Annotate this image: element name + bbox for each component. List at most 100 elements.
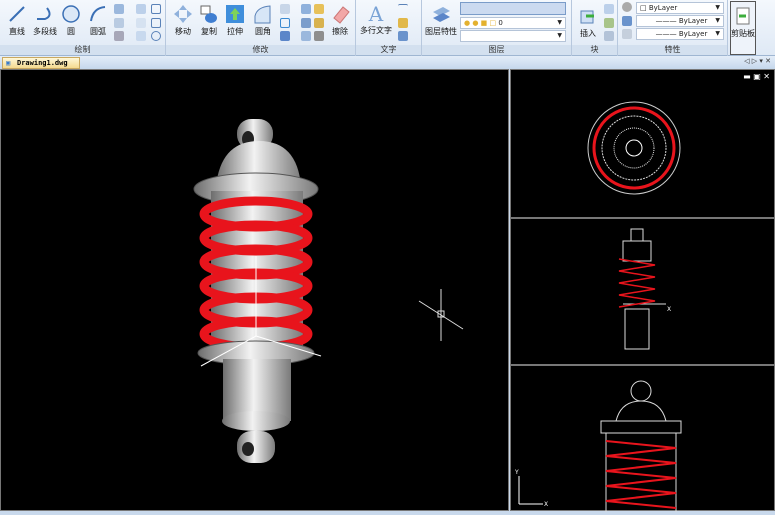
region-icon[interactable]: [151, 18, 161, 28]
bulb-icon: ● ● ■ □: [464, 19, 497, 27]
linetype-icon[interactable]: [622, 29, 632, 39]
layers-icon: [433, 7, 450, 22]
front-view-drawing: X: [618, 228, 671, 350]
polyline-icon: [37, 7, 51, 20]
polyline-button[interactable]: 多段线: [32, 4, 58, 37]
insert-block-icon: [580, 10, 594, 24]
panel-title-modify: 修改: [166, 45, 355, 55]
arc-button[interactable]: 圆弧: [86, 4, 110, 37]
drawing-file-icon: ▣: [6, 59, 11, 67]
layer-properties-button[interactable]: 图层特性: [424, 4, 458, 37]
panel-block: 插入 块: [572, 0, 618, 56]
panel-title-layers: 图层: [422, 45, 571, 55]
panel-title-block: 块: [572, 45, 617, 55]
text-a-icon: A: [368, 2, 384, 26]
insert-label: 插入: [580, 29, 596, 38]
chevron-down-icon: ▼: [715, 17, 720, 24]
panel-title-text: 文字: [356, 45, 421, 55]
viewport-main[interactable]: [0, 69, 509, 511]
panel-title-properties: 特性: [618, 45, 727, 55]
array-icon[interactable]: [280, 31, 290, 41]
axis-x-label: X: [544, 501, 548, 508]
attribute-icon[interactable]: [604, 31, 614, 41]
polygon-icon[interactable]: [136, 18, 146, 28]
stretch-button[interactable]: 拉伸: [222, 4, 248, 37]
axis-y-label: Y: [514, 469, 519, 476]
circle-button[interactable]: 圆: [60, 4, 82, 37]
circle-label: 圆: [67, 27, 75, 36]
axis-x-label: X: [667, 306, 671, 313]
ribbon: 直线 多段线 圆 圆弧 绘制 移动 复制 拉伸 圆角 擦除 修改 A 多行文字 文…: [0, 0, 775, 56]
fillet-icon: [254, 5, 271, 24]
hatch-icon[interactable]: [114, 31, 124, 41]
insert-button[interactable]: 插入: [575, 6, 601, 39]
chevron-down-icon: ▼: [715, 30, 720, 37]
leader-icon[interactable]: [398, 18, 408, 28]
color-dropdown[interactable]: □ ByLayer ▼: [636, 2, 724, 14]
panel-layers: 图层特性 ● ● ■ □ 0 ▼ ▼ 图层: [422, 0, 572, 56]
erase-label: 擦除: [332, 27, 348, 36]
break-icon[interactable]: [314, 31, 324, 41]
move-icon: [174, 5, 192, 23]
join-icon[interactable]: [314, 18, 324, 28]
line-icon: [9, 6, 25, 22]
panel-properties: □ ByLayer ▼ ——— ByLayer ▼ ——— ByLayer ▼ 特性: [618, 0, 728, 56]
table-icon[interactable]: [398, 31, 408, 41]
viewport-front[interactable]: X: [510, 218, 775, 365]
tab-controls[interactable]: ◁ ▷ ▾ ✕: [744, 57, 771, 65]
layer-dropdown[interactable]: ● ● ■ □ 0 ▼: [460, 17, 566, 29]
lineweight-icon[interactable]: [622, 16, 632, 26]
mtext-button[interactable]: A 多行文字: [358, 3, 394, 36]
viewport-window-controls[interactable]: ▬ ▣ ✕: [743, 72, 770, 81]
clipboard-button[interactable]: 剪贴板: [730, 1, 756, 55]
layer-tools-strip[interactable]: [460, 2, 566, 15]
lineweight-value: ByLayer: [678, 30, 708, 38]
document-tab-label: Drawing1.dwg: [17, 59, 68, 67]
polyline-label: 多段线: [33, 27, 57, 36]
fillet-label: 圆角: [255, 27, 271, 36]
trim-icon[interactable]: [280, 4, 290, 14]
layer-name: 0: [498, 19, 503, 27]
color-value: ByLayer: [648, 4, 678, 12]
viewport-top[interactable]: ▬ ▣ ✕: [510, 69, 775, 218]
copy-icon: [200, 5, 217, 23]
linetype-dropdown[interactable]: ——— ByLayer ▼: [636, 15, 724, 27]
mtext-label: 多行文字: [360, 26, 392, 35]
document-tab[interactable]: ▣ Drawing1.dwg: [2, 57, 80, 69]
layer-state-dropdown[interactable]: ▼: [460, 30, 566, 42]
panel-draw: 直线 多段线 圆 圆弧 绘制: [0, 0, 166, 56]
explode-icon[interactable]: [301, 31, 311, 41]
clipboard-label: 剪贴板: [731, 29, 755, 38]
point-icon[interactable]: [114, 18, 124, 28]
lineweight-dropdown[interactable]: ——— ByLayer ▼: [636, 28, 724, 40]
arc-icon: [90, 6, 106, 22]
edit-icon[interactable]: [314, 4, 324, 14]
panel-modify: 移动 复制 拉伸 圆角 擦除 修改: [166, 0, 356, 56]
clipboard-icon: [736, 7, 750, 25]
erase-button[interactable]: 擦除: [326, 4, 354, 37]
panel-title-draw: 绘制: [0, 45, 165, 55]
scale-icon[interactable]: [280, 18, 290, 28]
copy-button[interactable]: 复制: [196, 4, 222, 37]
chevron-down-icon: ▼: [557, 19, 562, 26]
dimension-icon[interactable]: [398, 4, 408, 14]
donut-icon[interactable]: [151, 31, 161, 41]
spline-icon[interactable]: [136, 4, 146, 14]
mirror-icon[interactable]: [301, 4, 311, 14]
match-properties-icon[interactable]: [622, 2, 632, 12]
rectangle-icon[interactable]: [151, 4, 161, 14]
top-view-drawing: [587, 101, 681, 195]
copy-label: 复制: [201, 27, 217, 36]
side-view-drawing: Y X: [514, 380, 682, 512]
edit-block-icon[interactable]: [604, 18, 614, 28]
fillet-button[interactable]: 圆角: [250, 4, 276, 37]
ellipse-icon[interactable]: [114, 4, 124, 14]
viewport-side[interactable]: Y X: [510, 365, 775, 512]
line-label: 直线: [9, 27, 25, 36]
cloud-icon[interactable]: [136, 31, 146, 41]
line-button[interactable]: 直线: [4, 4, 30, 37]
circle-icon: [62, 5, 80, 23]
create-block-icon[interactable]: [604, 4, 614, 14]
move-button[interactable]: 移动: [170, 4, 196, 37]
offset-icon[interactable]: [301, 18, 311, 28]
